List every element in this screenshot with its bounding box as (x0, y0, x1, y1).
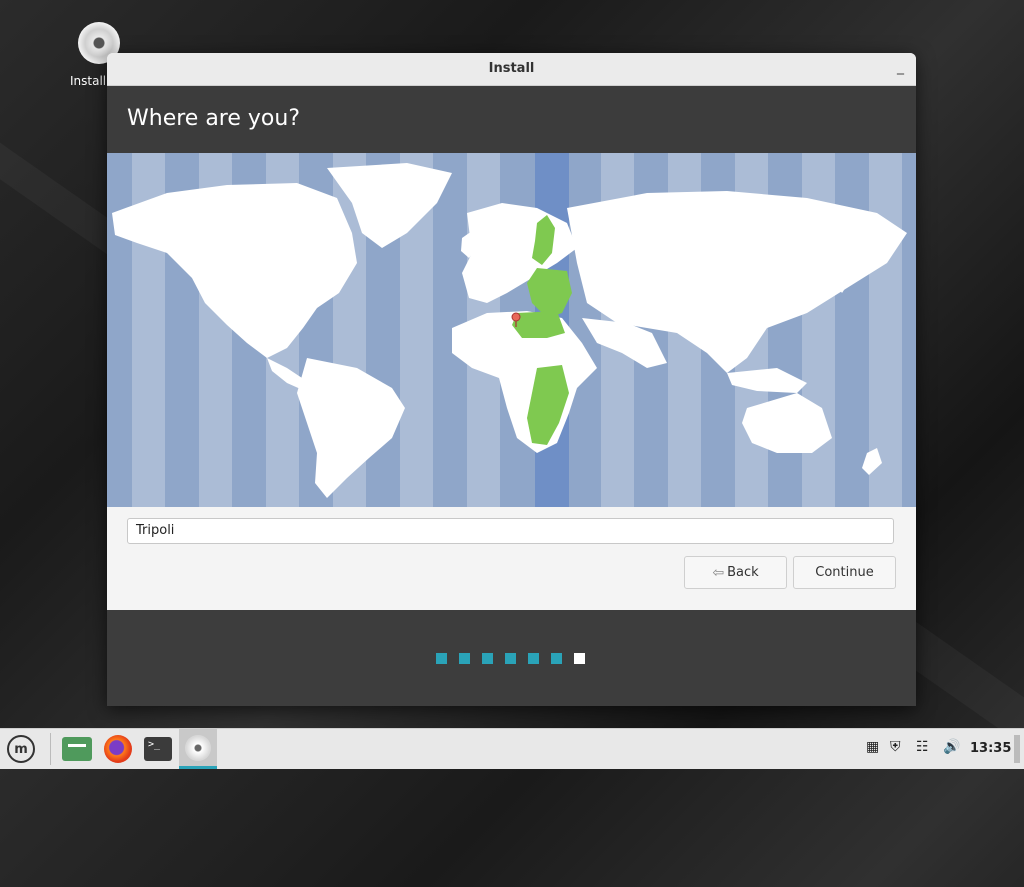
progress-footer (107, 610, 916, 706)
continue-button[interactable]: Continue (793, 556, 896, 589)
minimize-button[interactable]: _ (897, 59, 904, 75)
step-dot (482, 653, 493, 664)
taskbar: m >_ ▦ ⛨ ☷ 🔊 13:35 (0, 728, 1024, 769)
mint-logo-icon: m (7, 735, 35, 763)
page-title: Where are you? (127, 106, 300, 131)
terminal-icon: >_ (144, 737, 172, 761)
continue-button-label: Continue (815, 565, 874, 580)
page-header: Where are you? (107, 86, 916, 153)
update-shield-icon[interactable]: ⛨ (890, 739, 901, 755)
firefox-launcher[interactable] (101, 733, 135, 765)
terminal-launcher[interactable]: >_ (141, 733, 175, 765)
step-dot (459, 653, 470, 664)
firefox-icon (104, 735, 132, 763)
step-dot (505, 653, 516, 664)
back-button[interactable]: ⇦ Back (684, 556, 787, 589)
timezone-map[interactable] (107, 153, 916, 507)
step-indicator (436, 653, 585, 664)
title-bar[interactable]: Install _ (107, 53, 916, 86)
disc-icon (185, 734, 211, 761)
window-title: Install (488, 61, 535, 76)
install-window: Install _ Where are you? Tripoli ⇦ Back … (107, 53, 916, 706)
install-window-button[interactable] (179, 729, 217, 769)
step-dot (528, 653, 539, 664)
show-desktop-button[interactable] (1014, 735, 1020, 763)
taskbar-separator (50, 733, 51, 765)
step-dot-current (574, 653, 585, 664)
network-icon[interactable]: ☷ (916, 739, 929, 755)
folder-icon (62, 737, 92, 761)
content-area: Tripoli ⇦ Back Continue (107, 507, 916, 607)
back-button-label: Back (727, 565, 759, 580)
back-arrow-icon: ⇦ (712, 564, 725, 581)
files-launcher[interactable] (60, 733, 94, 765)
volume-icon[interactable]: 🔊 (943, 739, 960, 755)
step-dot (436, 653, 447, 664)
step-dot (551, 653, 562, 664)
notification-icon[interactable]: ▦ (866, 739, 879, 755)
location-input[interactable]: Tripoli (127, 518, 894, 544)
clock[interactable]: 13:35 (970, 741, 1011, 756)
menu-button[interactable]: m (4, 733, 38, 765)
